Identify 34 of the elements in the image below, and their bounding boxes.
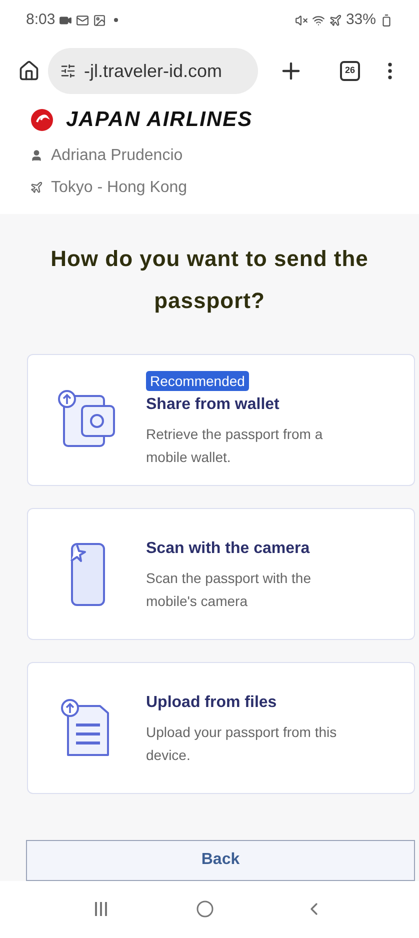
wifi-icon <box>312 14 325 26</box>
person-icon <box>30 149 43 162</box>
airline-logo-text: JAPAN AIRLINES <box>66 107 253 133</box>
option-card[interactable]: Recommended Share from wallet Retrieve the passport from a mobile wallet. <box>27 354 415 486</box>
option-title: Upload from files <box>146 692 278 712</box>
address-bar[interactable]: -jl.traveler-id.com <box>48 48 258 94</box>
mute-icon <box>294 14 308 26</box>
option-description: Upload your passport from this device. <box>146 722 338 764</box>
video-icon <box>59 14 72 26</box>
battery-percent: 33% <box>346 10 376 30</box>
recents-icon[interactable] <box>94 902 107 916</box>
option-card[interactable]: Scan with the camera Scan the passport with the mobile's camera <box>27 508 415 640</box>
url-text: -jl.traveler-id.com <box>84 60 222 83</box>
plane-icon <box>30 181 43 194</box>
site-settings-icon[interactable] <box>60 63 76 79</box>
tab-count-button[interactable]: 26 <box>340 61 360 81</box>
option-title: Scan with the camera <box>146 538 311 558</box>
recommended-badge: Recommended <box>146 370 249 390</box>
passenger-name: Adriana Prudencio <box>51 146 183 166</box>
option-title: Share from wallet <box>146 394 280 414</box>
page-heading: How do you want to send the passport? <box>50 244 370 315</box>
gallery-icon <box>93 14 106 26</box>
battery-icon <box>380 14 393 26</box>
wallet-upload-icon <box>56 390 118 450</box>
option-description: Scan the passport with the mobile's camera <box>146 568 312 610</box>
mail-icon <box>76 14 90 26</box>
option-card[interactable]: Upload from files Upload your passport from this device. <box>27 662 415 794</box>
clock-time: 8:03 <box>26 10 56 30</box>
home-nav-icon[interactable] <box>196 900 214 918</box>
option-description: Retrieve the passport from a mobile wallet. <box>146 424 324 466</box>
airplane-icon <box>328 14 342 26</box>
home-button[interactable] <box>18 60 40 82</box>
flight-route: Tokyo - Hong Kong <box>51 178 188 198</box>
back-button[interactable]: Back <box>26 840 415 880</box>
